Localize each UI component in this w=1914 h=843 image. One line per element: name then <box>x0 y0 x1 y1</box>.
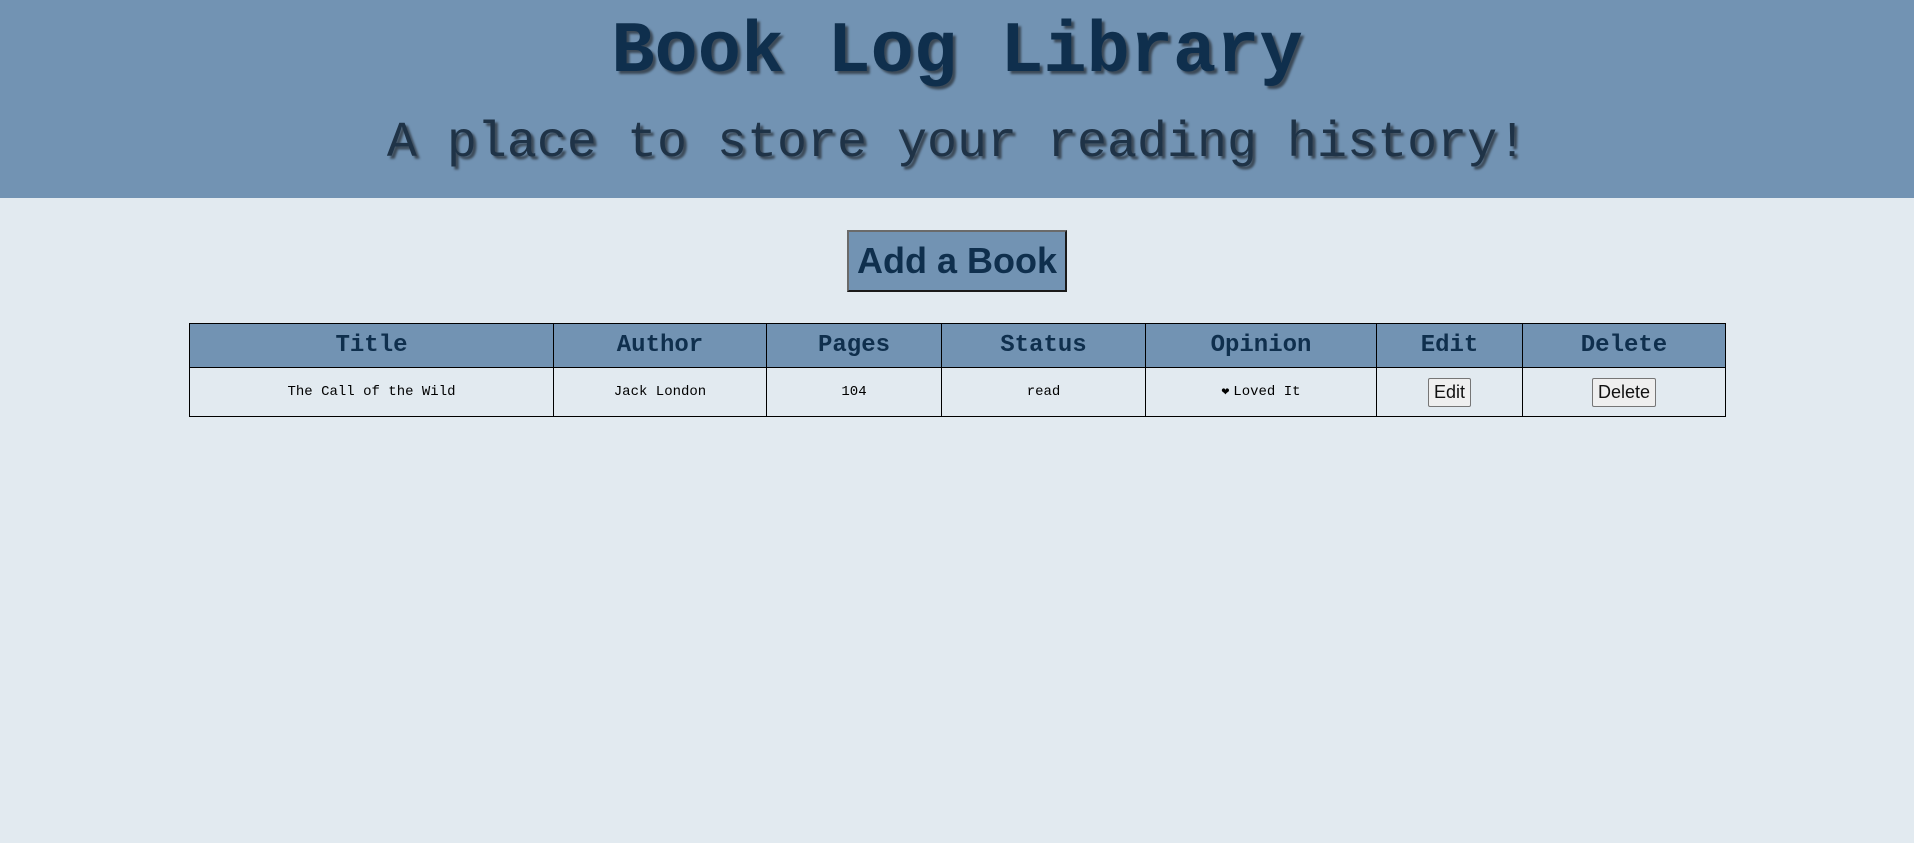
column-header-pages: Pages <box>766 323 942 368</box>
main-content: Add a Book Title Author Pages Status Opi… <box>0 198 1914 417</box>
column-header-delete: Delete <box>1522 323 1726 368</box>
edit-button[interactable]: Edit <box>1427 377 1472 407</box>
column-header-opinion: Opinion <box>1145 323 1377 368</box>
page-header: Book Log Library A place to store your r… <box>0 0 1914 198</box>
table-header: Title Author Pages Status Opinion Edit D… <box>189 323 1726 368</box>
cell-title: The Call of the Wild <box>189 367 554 417</box>
table-header-row: Title Author Pages Status Opinion Edit D… <box>189 323 1726 368</box>
delete-button[interactable]: Delete <box>1591 377 1657 407</box>
book-table-container: Title Author Pages Status Opinion Edit D… <box>189 323 1726 417</box>
page-title: Book Log Library <box>611 11 1303 93</box>
column-header-title: Title <box>189 323 554 368</box>
column-header-author: Author <box>553 323 767 368</box>
cell-status: read <box>941 367 1146 417</box>
page-subtitle: A place to store your reading history! <box>386 115 1528 172</box>
cell-edit: Edit <box>1376 367 1523 417</box>
cell-opinion: ❤ Loved It <box>1145 367 1377 417</box>
book-table: Title Author Pages Status Opinion Edit D… <box>189 323 1726 417</box>
cell-author: Jack London <box>553 367 767 417</box>
table-row: The Call of the Wild Jack London 104 rea… <box>189 367 1726 417</box>
column-header-status: Status <box>941 323 1146 368</box>
cell-pages: 104 <box>766 367 942 417</box>
add-book-button[interactable]: Add a Book <box>846 230 1067 292</box>
table-body: The Call of the Wild Jack London 104 rea… <box>189 367 1726 417</box>
opinion-label: Loved It <box>1233 384 1301 400</box>
heart-icon: ❤ <box>1221 384 1230 399</box>
column-header-edit: Edit <box>1376 323 1523 368</box>
cell-delete: Delete <box>1522 367 1726 417</box>
